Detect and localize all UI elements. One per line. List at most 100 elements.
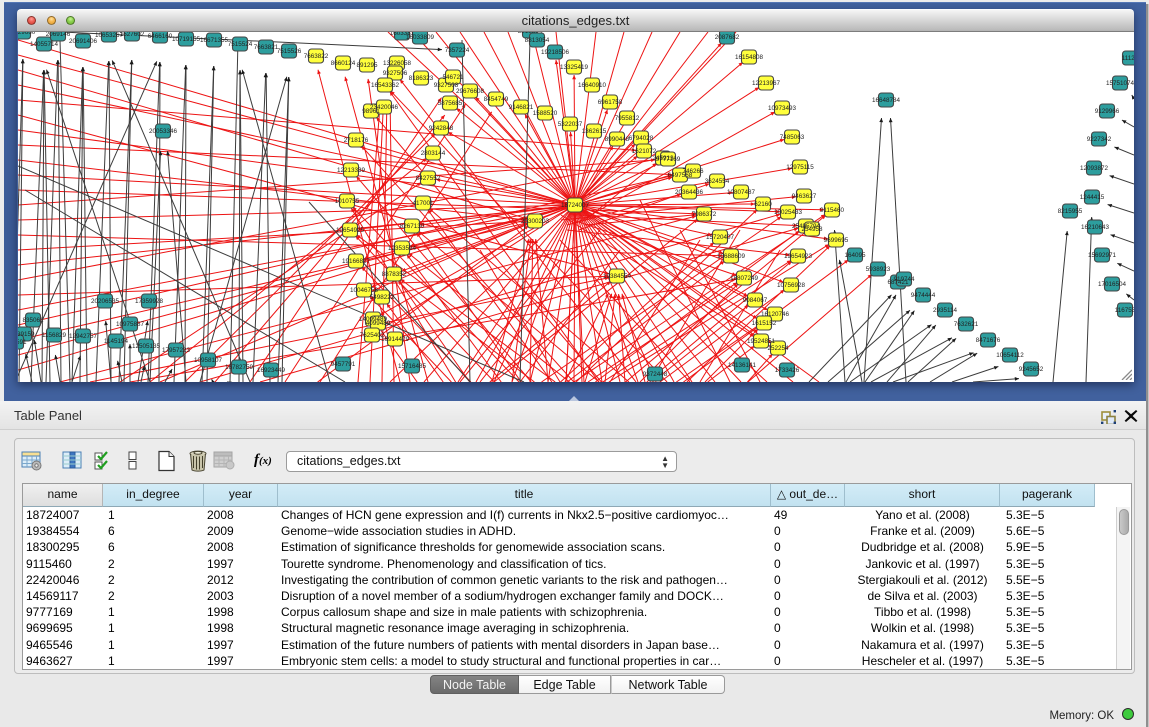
svg-text:10688609: 10688609 <box>717 253 746 260</box>
svg-text:9327506: 9327506 <box>383 70 408 77</box>
svg-text:2935114: 2935114 <box>933 307 958 314</box>
svg-text:9463627: 9463627 <box>792 193 817 200</box>
svg-text:8318374: 8318374 <box>518 32 543 35</box>
svg-text:10807487: 10807487 <box>727 189 756 196</box>
svg-text:15751074: 15751074 <box>1106 80 1134 87</box>
svg-text:10973493: 10973493 <box>768 105 797 112</box>
svg-text:29676608: 29676608 <box>456 88 485 95</box>
svg-text:19654923: 19654923 <box>784 253 813 260</box>
svg-text:17016504: 17016504 <box>1098 281 1127 288</box>
svg-text:16154808: 16154808 <box>735 54 764 61</box>
svg-text:2087682: 2087682 <box>715 34 740 41</box>
svg-text:2803144: 2803144 <box>421 150 446 157</box>
svg-text:16648784: 16648784 <box>872 97 901 104</box>
svg-text:20053346: 20053346 <box>149 128 178 135</box>
svg-text:10958107: 10958107 <box>194 357 223 364</box>
svg-text:14136141: 14136141 <box>728 362 757 369</box>
svg-text:7955812: 7955812 <box>615 115 640 122</box>
svg-text:15692971: 15692971 <box>1088 252 1117 259</box>
svg-text:1362615: 1362615 <box>582 128 607 135</box>
svg-text:10046756: 10046756 <box>350 287 379 294</box>
svg-text:417001: 417001 <box>412 200 434 207</box>
svg-text:10756928: 10756928 <box>777 282 806 289</box>
svg-text:9084067: 9084067 <box>743 297 768 304</box>
svg-text:4099489: 4099489 <box>366 320 391 327</box>
svg-text:8660124: 8660124 <box>331 60 356 67</box>
svg-text:6466160: 6466160 <box>148 33 173 40</box>
svg-text:16033809: 16033809 <box>406 34 435 41</box>
svg-text:254958: 254958 <box>801 226 823 233</box>
svg-text:62160: 62160 <box>754 201 772 208</box>
svg-text:7632621: 7632621 <box>954 321 979 328</box>
svg-text:20364436: 20364436 <box>675 189 704 196</box>
svg-text:11124: 11124 <box>1122 55 1134 62</box>
svg-text:19384554: 19384554 <box>603 273 632 280</box>
svg-text:7357224: 7357224 <box>445 47 470 54</box>
svg-text:10654112: 10654112 <box>996 352 1024 359</box>
svg-text:1010755: 1010755 <box>335 198 360 205</box>
svg-text:18807249: 18807249 <box>730 275 759 282</box>
svg-text:2069146: 2069146 <box>46 32 71 38</box>
svg-text:8471676: 8471676 <box>976 337 1001 344</box>
svg-text:252254: 252254 <box>767 345 789 352</box>
svg-text:1145194: 1145194 <box>104 338 129 345</box>
svg-text:116753: 116753 <box>1115 307 1134 314</box>
svg-text:1527602: 1527602 <box>120 32 145 38</box>
svg-text:12213967: 12213967 <box>752 80 781 87</box>
svg-text:12942757: 12942757 <box>69 333 98 340</box>
svg-text:12353594: 12353594 <box>388 245 417 252</box>
svg-text:12975115: 12975115 <box>786 164 814 171</box>
svg-text:9115460: 9115460 <box>820 207 845 214</box>
svg-text:1621072: 1621072 <box>632 148 657 155</box>
svg-text:13325419: 13325419 <box>560 64 589 71</box>
svg-text:891295: 891295 <box>356 62 378 69</box>
svg-text:16640910: 16640910 <box>578 82 607 89</box>
svg-text:9474444: 9474444 <box>911 292 936 299</box>
svg-text:546721: 546721 <box>442 74 464 81</box>
svg-text:15720407: 15720407 <box>706 234 735 241</box>
svg-text:16543362: 16543362 <box>371 82 400 89</box>
svg-text:7663821: 7663821 <box>254 44 279 51</box>
svg-text:1156829: 1156829 <box>42 332 67 339</box>
svg-text:12505135: 12505135 <box>132 343 161 350</box>
svg-text:10719155: 10719155 <box>172 36 201 43</box>
svg-text:391591: 391591 <box>18 339 27 346</box>
svg-text:8813054: 8813054 <box>525 37 550 44</box>
svg-text:16923449: 16923449 <box>257 367 286 374</box>
svg-text:7663822: 7663822 <box>304 53 329 60</box>
svg-text:16782759: 16782759 <box>225 364 254 371</box>
svg-text:835061: 835061 <box>22 317 44 324</box>
svg-text:15716485: 15716485 <box>398 363 427 370</box>
svg-text:12213339: 12213339 <box>337 167 366 174</box>
svg-text:6794028: 6794028 <box>629 135 654 142</box>
svg-text:10025433: 10025433 <box>774 209 803 216</box>
svg-text:20206535: 20206535 <box>91 298 120 305</box>
svg-text:7485063: 7485063 <box>780 134 805 141</box>
svg-text:1615152: 1615152 <box>752 320 777 327</box>
svg-text:16120746: 16120746 <box>761 311 790 318</box>
svg-text:8878352: 8878352 <box>382 271 407 278</box>
svg-text:9146821: 9146821 <box>509 104 534 111</box>
svg-text:5938923: 5938923 <box>866 266 891 273</box>
svg-text:7986372: 7986372 <box>692 211 717 218</box>
svg-text:1629660: 1629660 <box>18 32 36 36</box>
svg-text:8267130: 8267130 <box>400 223 425 230</box>
svg-text:1244415: 1244415 <box>1080 194 1105 201</box>
svg-text:5875685: 5875685 <box>438 100 463 107</box>
svg-text:164095: 164095 <box>844 252 866 259</box>
svg-text:17359928: 17359928 <box>135 298 164 305</box>
svg-text:746266: 746266 <box>682 168 704 175</box>
svg-text:25300203: 25300203 <box>521 218 550 225</box>
svg-text:9457791: 9457791 <box>331 361 356 368</box>
svg-text:18724007: 18724007 <box>561 202 590 209</box>
svg-text:6961758: 6961758 <box>598 99 623 106</box>
svg-text:9227342: 9227342 <box>1087 136 1112 143</box>
svg-text:10654925: 10654925 <box>336 227 365 234</box>
svg-text:939159: 939159 <box>18 331 35 338</box>
svg-text:5322037: 5322037 <box>558 121 583 128</box>
svg-text:8454749: 8454749 <box>484 96 509 103</box>
svg-text:9372448: 9372448 <box>643 371 668 378</box>
svg-text:10975887: 10975887 <box>116 321 145 328</box>
svg-text:9242848: 9242848 <box>429 125 454 132</box>
svg-text:17957223: 17957223 <box>162 347 191 354</box>
